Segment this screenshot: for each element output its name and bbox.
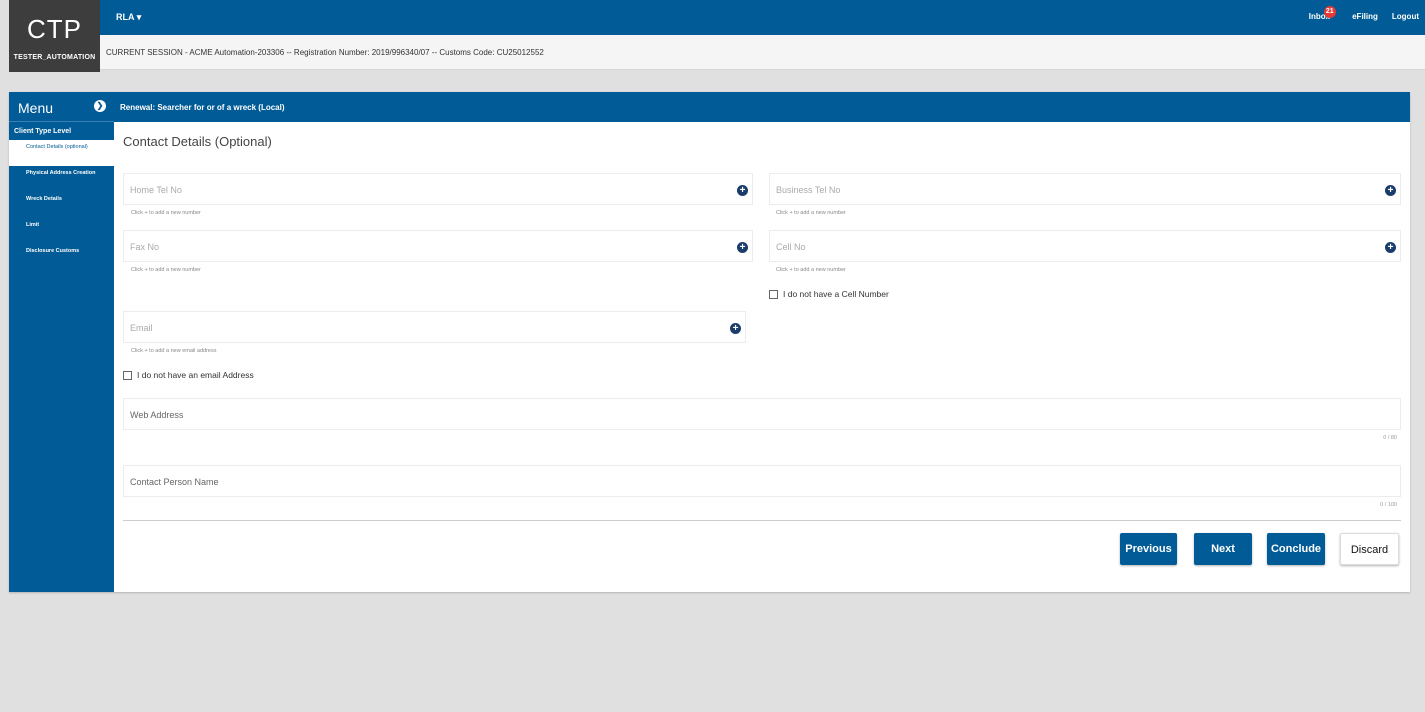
conclude-button[interactable]: Conclude bbox=[1267, 533, 1325, 565]
business-tel-field[interactable]: Business Tel No + bbox=[769, 173, 1401, 205]
web-address-label: Web Address bbox=[130, 410, 184, 420]
section-title: Contact Details (Optional) bbox=[123, 134, 272, 149]
sidebar-item-disclosure-customs[interactable]: Disclosure Customs bbox=[9, 244, 114, 270]
cell-field[interactable]: Cell No + bbox=[769, 230, 1401, 262]
no-cell-checkbox[interactable] bbox=[769, 289, 778, 299]
home-tel-label: Home Tel No bbox=[130, 185, 182, 195]
no-email-label: I do not have an email Address bbox=[137, 370, 254, 380]
logo-text: CTP bbox=[27, 14, 82, 44]
client-type-level: Client Type Level bbox=[14, 128, 72, 135]
home-tel-hint: Click + to add a new number bbox=[131, 210, 201, 216]
sidebar-item-limit[interactable]: Limit bbox=[9, 218, 114, 244]
contact-person-counter: 0 / 100 bbox=[1380, 502, 1397, 508]
business-tel-label: Business Tel No bbox=[776, 185, 841, 195]
rla-dropdown[interactable]: RLA ▾ bbox=[116, 12, 141, 23]
top-nav-bar: RLA ▾ Inbox 21 eFiling Logout bbox=[100, 0, 1425, 35]
no-email-checkbox-row[interactable]: I do not have an email Address bbox=[123, 370, 254, 380]
add-business-tel-icon[interactable]: + bbox=[1385, 185, 1396, 196]
email-field[interactable]: Email + bbox=[123, 311, 746, 343]
session-bar: CURRENT SESSION - ACME Automation-203306… bbox=[100, 35, 1425, 70]
discard-button[interactable]: Discard bbox=[1340, 533, 1399, 565]
menu-header: Menu ❯ bbox=[9, 92, 114, 122]
logout-link[interactable]: Logout bbox=[1392, 12, 1419, 21]
web-address-counter: 0 / 80 bbox=[1383, 435, 1397, 441]
cell-label: Cell No bbox=[776, 242, 806, 252]
contact-person-label: Contact Person Name bbox=[130, 477, 219, 487]
inbox-link[interactable]: Inbox 21 bbox=[1309, 6, 1336, 21]
add-cell-icon[interactable]: + bbox=[1385, 242, 1396, 253]
sidebar-item-physical-address[interactable]: Physical Address Creation bbox=[9, 166, 114, 192]
caret-down-icon: ▾ bbox=[136, 12, 142, 22]
home-tel-field[interactable]: Home Tel No + bbox=[123, 173, 753, 205]
previous-button[interactable]: Previous bbox=[1120, 533, 1177, 565]
breadcrumb-bar: Renewal: Searcher for or of a wreck (Loc… bbox=[114, 92, 1410, 122]
form-content: Contact Details (Optional) Home Tel No +… bbox=[114, 122, 1410, 592]
sidebar-item-wreck-details[interactable]: Wreck Details bbox=[9, 192, 114, 218]
no-cell-label: I do not have a Cell Number bbox=[783, 289, 889, 299]
email-hint: Click + to add a new email address bbox=[131, 348, 217, 354]
breadcrumb: Renewal: Searcher for or of a wreck (Loc… bbox=[120, 103, 285, 112]
no-cell-checkbox-row[interactable]: I do not have a Cell Number bbox=[769, 289, 889, 299]
sidebar-item-contact-details[interactable]: Contact Details (optional) bbox=[9, 140, 114, 166]
no-email-checkbox[interactable] bbox=[123, 370, 132, 380]
form-divider bbox=[123, 520, 1401, 521]
session-info: CURRENT SESSION - ACME Automation-203306… bbox=[106, 48, 544, 57]
add-email-icon[interactable]: + bbox=[730, 323, 741, 334]
business-tel-hint: Click + to add a new number bbox=[776, 210, 846, 216]
email-label: Email bbox=[130, 323, 153, 333]
fax-field[interactable]: Fax No + bbox=[123, 230, 753, 262]
sidebar: Menu ❯ Client Type Level Contact Details… bbox=[9, 92, 114, 592]
add-fax-icon[interactable]: + bbox=[737, 242, 748, 253]
next-button[interactable]: Next bbox=[1194, 533, 1252, 565]
menu-title: Menu bbox=[18, 100, 54, 116]
fax-label: Fax No bbox=[130, 242, 160, 252]
efiling-link[interactable]: eFiling bbox=[1352, 12, 1378, 21]
menu-toggle-icon[interactable]: ❯ bbox=[94, 100, 106, 112]
web-address-input[interactable]: Web Address bbox=[123, 398, 1401, 430]
inbox-count-badge: 21 bbox=[1323, 6, 1336, 18]
current-user: TESTER_AUTOMATION bbox=[13, 54, 96, 61]
app-header: CTP TESTER_AUTOMATION RLA ▾ Inbox 21 eFil… bbox=[0, 0, 1425, 72]
main-panel: Menu ❯ Client Type Level Contact Details… bbox=[9, 92, 1410, 592]
rla-label: RLA bbox=[116, 12, 135, 22]
top-right-links: Inbox 21 eFiling Logout bbox=[1309, 6, 1419, 21]
add-home-tel-icon[interactable]: + bbox=[737, 185, 748, 196]
fax-hint: Click + to add a new number bbox=[131, 267, 201, 273]
contact-person-input[interactable]: Contact Person Name bbox=[123, 465, 1401, 497]
cell-hint: Click + to add a new number bbox=[776, 267, 846, 273]
app-logo[interactable]: CTP TESTER_AUTOMATION bbox=[9, 0, 100, 72]
